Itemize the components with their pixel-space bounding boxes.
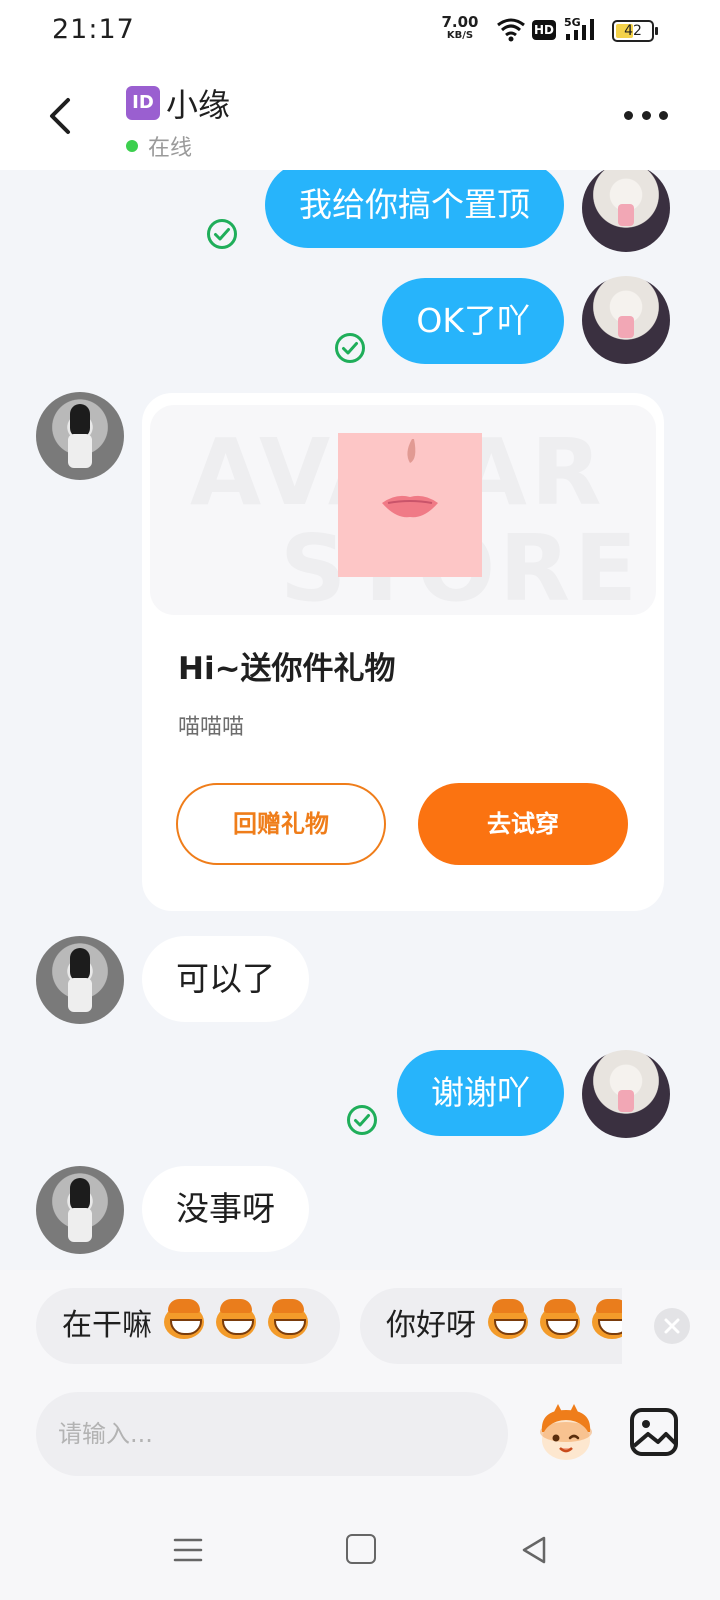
network-type-label: 5G (564, 16, 581, 29)
recent-apps-button[interactable] (172, 1534, 204, 1566)
contact-title[interactable]: ID 小缘 (126, 80, 230, 126)
emoji-smile-icon (540, 1299, 580, 1339)
system-navigation-bar (0, 1500, 720, 1600)
message-bubble-incoming[interactable]: 可以了 (142, 936, 309, 1022)
message-bubble-incoming[interactable]: 没事呀 (142, 1166, 309, 1252)
system-back-button[interactable] (518, 1534, 550, 1566)
message-input[interactable] (36, 1392, 508, 1476)
battery-level: 42 (624, 23, 642, 39)
gift-card[interactable]: AVATAR STORE Hi~送你件礼物 喵喵喵 回赠礼物 去试穿 (142, 393, 664, 911)
image-picker-button[interactable] (626, 1404, 682, 1460)
emoji-button[interactable] (534, 1402, 598, 1466)
chevron-left-icon (50, 98, 70, 134)
emoji-grin-icon (268, 1299, 308, 1339)
read-check-icon (346, 1104, 378, 1136)
gift-face-preview (338, 433, 482, 577)
message-bubble-outgoing[interactable]: 我给你搞个置顶 (265, 170, 564, 248)
contact-name: 小缘 (166, 86, 231, 124)
more-dot-icon (641, 110, 651, 120)
back-button[interactable] (40, 92, 84, 140)
online-status: 在线 (126, 130, 192, 162)
contact-avatar[interactable] (36, 392, 124, 480)
more-options-button[interactable] (624, 106, 668, 124)
quick-reply-chip[interactable]: 在干嘛 (36, 1288, 340, 1364)
message-input-field[interactable] (36, 1392, 508, 1476)
more-dot-icon (624, 110, 633, 120)
signal-icon: 5G (564, 14, 604, 48)
message-bubble-outgoing[interactable]: 谢谢吖 (397, 1050, 564, 1136)
my-avatar[interactable] (582, 170, 670, 252)
read-check-icon (206, 218, 238, 250)
menu-icon (173, 1538, 203, 1562)
contact-avatar[interactable] (36, 1166, 124, 1254)
my-avatar[interactable] (582, 1050, 670, 1138)
my-avatar[interactable] (582, 276, 670, 364)
close-icon (664, 1318, 680, 1334)
home-button[interactable] (346, 1534, 376, 1564)
try-on-button[interactable]: 去试穿 (418, 783, 628, 865)
read-check-icon (334, 332, 366, 364)
message-list[interactable]: 我给你搞个置顶 OK了吖 AVATAR STORE Hi~送你件礼物 喵喵喵 回… (0, 170, 720, 1270)
mascot-emoji-icon (540, 1404, 592, 1460)
quick-reply-text: 在干嘛 (62, 1308, 152, 1343)
triangle-back-icon (522, 1536, 546, 1564)
quick-reply-chip[interactable]: 你好呀 (360, 1288, 622, 1364)
network-speed: 7.00 KB/S (440, 13, 480, 42)
chat-header: ID 小缘 在线 (0, 62, 720, 170)
emoji-smile-icon (592, 1299, 622, 1339)
hd-icon: HD (532, 20, 556, 40)
emoji-grin-icon (164, 1299, 204, 1339)
gift-image: AVATAR STORE (150, 405, 656, 615)
network-speed-value: 7.00 (441, 13, 479, 31)
id-badge-icon: ID (126, 86, 160, 120)
contact-avatar[interactable] (36, 936, 124, 1024)
image-icon (630, 1408, 678, 1456)
close-quick-replies-button[interactable] (654, 1308, 690, 1344)
message-bubble-outgoing[interactable]: OK了吖 (382, 278, 564, 364)
gift-title: Hi~送你件礼物 (178, 651, 396, 687)
quick-reply-text: 你好呀 (386, 1308, 476, 1343)
return-gift-button[interactable]: 回赠礼物 (176, 783, 386, 865)
battery-icon: 42 (612, 20, 658, 42)
wifi-icon (496, 16, 526, 46)
online-dot-icon (126, 140, 138, 152)
status-bar: 21:17 7.00 KB/S HD 5G 42 (0, 0, 720, 62)
emoji-grin-icon (216, 1299, 256, 1339)
status-time: 21:17 (52, 14, 135, 45)
gift-subtitle: 喵喵喵 (178, 715, 245, 740)
online-status-text: 在线 (148, 136, 193, 161)
emoji-smile-icon (488, 1299, 528, 1339)
more-dot-icon (659, 110, 668, 120)
